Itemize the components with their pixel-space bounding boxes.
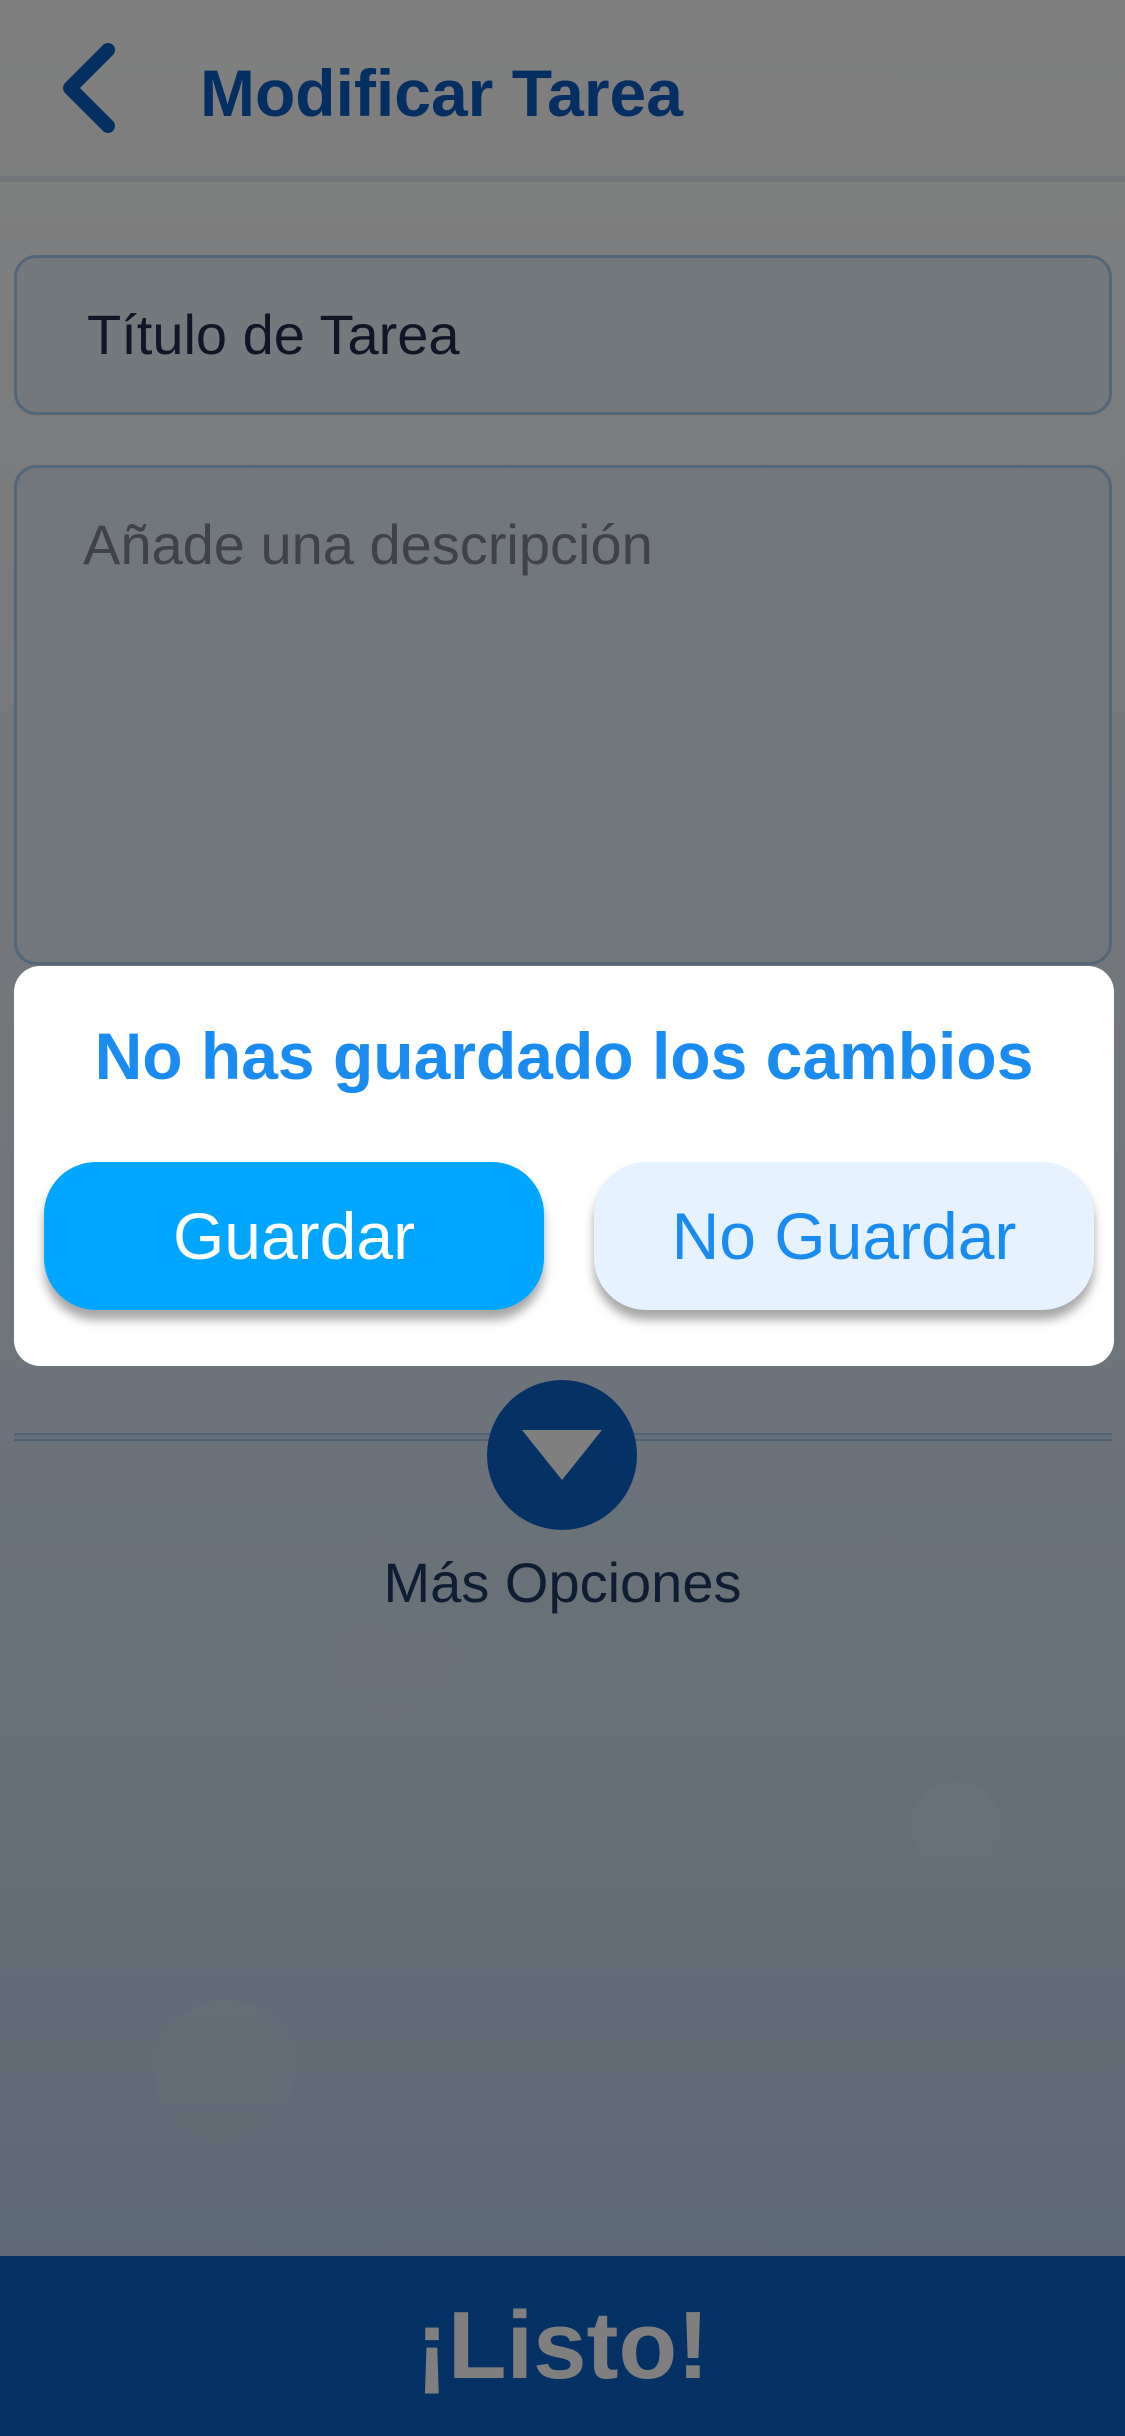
dont-save-button-label: No Guardar [671, 1199, 1017, 1273]
save-button-label: Guardar [172, 1199, 416, 1273]
unsaved-changes-dialog: No has guardado los cambios Guardar No G… [14, 966, 1114, 1366]
dialog-title: No has guardado los cambios [94, 1019, 1034, 1093]
save-button[interactable]: Guardar [44, 1162, 544, 1310]
dont-save-button[interactable]: No Guardar [594, 1162, 1094, 1310]
